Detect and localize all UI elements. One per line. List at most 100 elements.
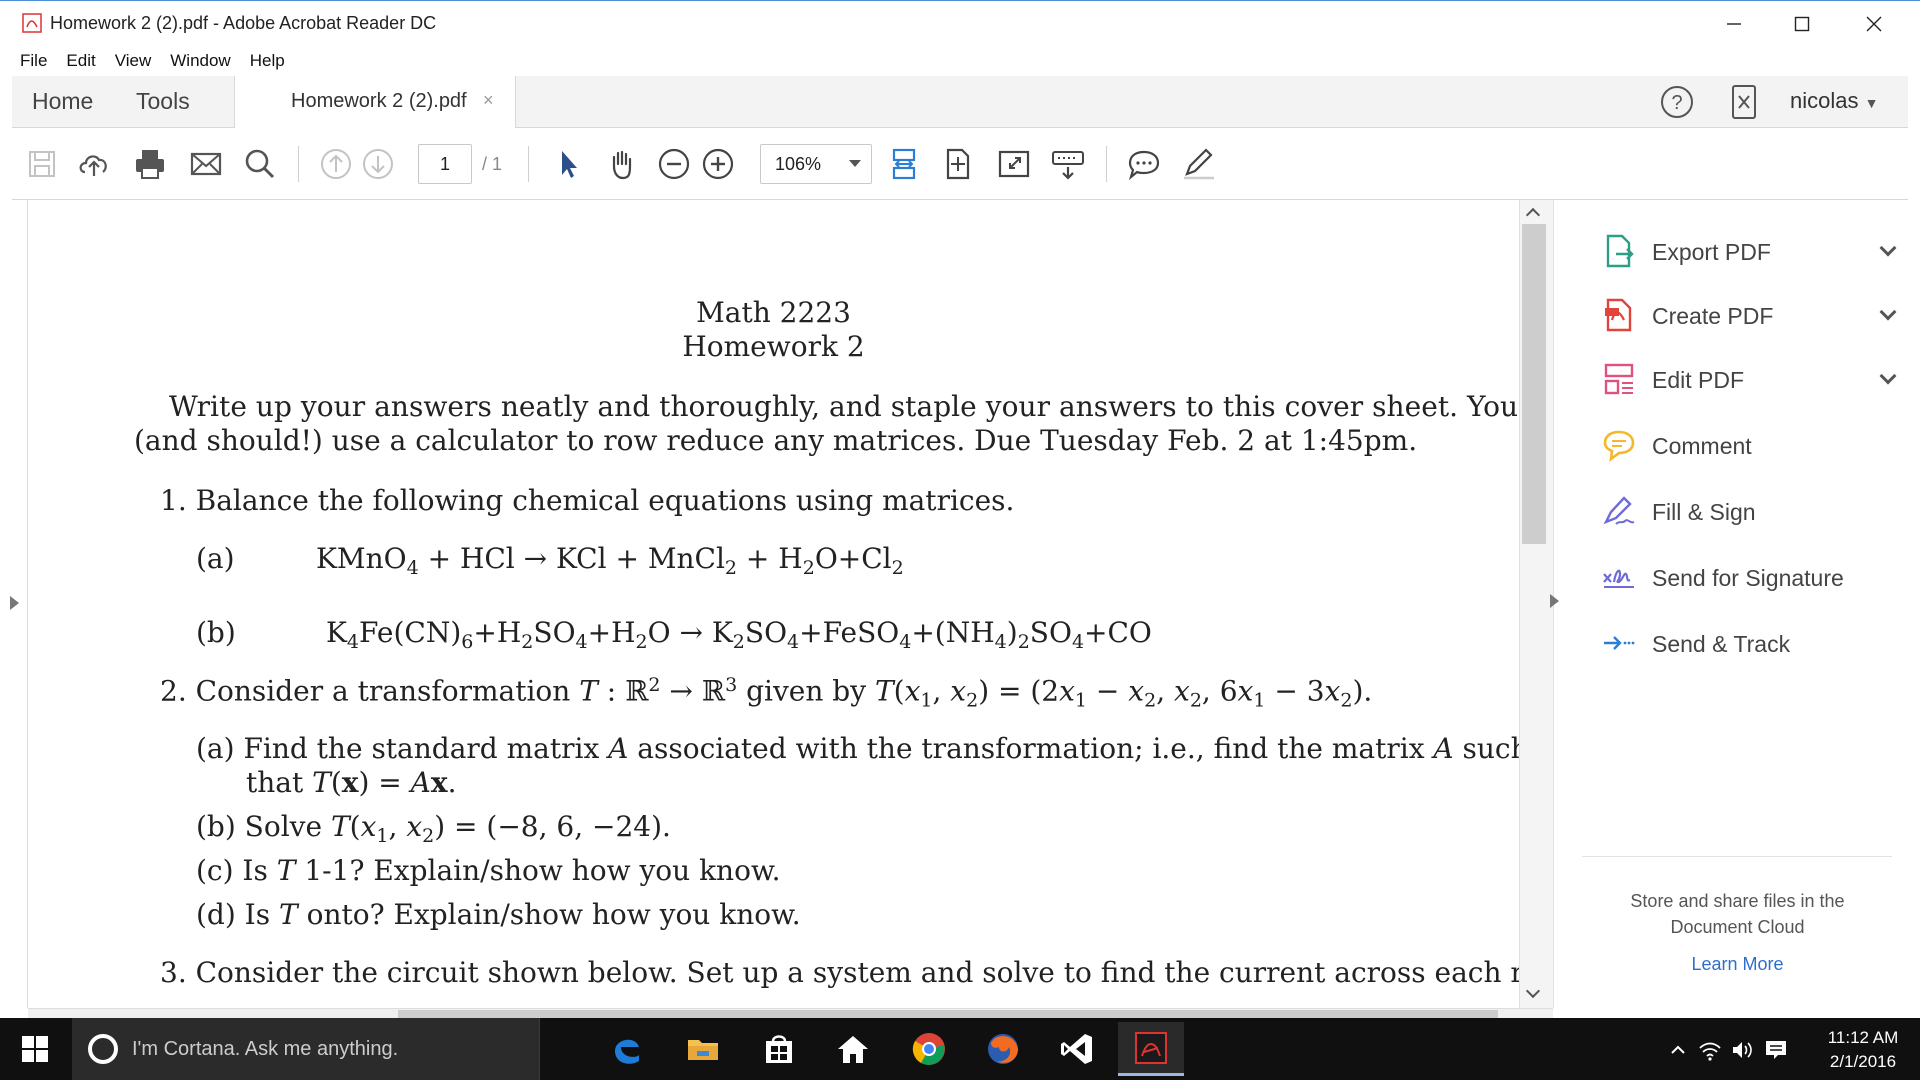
zoom-in-button[interactable] [698, 144, 738, 184]
tool-edit-pdf[interactable]: Edit PDF [1602, 358, 1902, 398]
tool-send-for-signature[interactable]: Send for Signature [1602, 556, 1902, 596]
title-bar: Homework 2 (2).pdf - Adobe Acrobat Reade… [0, 0, 1920, 46]
window-title: Homework 2 (2).pdf - Adobe Acrobat Reade… [50, 13, 437, 33]
email-button[interactable] [186, 144, 226, 184]
wifi-icon[interactable] [1698, 1038, 1722, 1062]
tab-document[interactable]: Homework 2 (2).pdf × [234, 76, 516, 129]
doc-title: Homework 2 [682, 330, 865, 363]
tool-fill-sign[interactable]: Fill & Sign [1602, 490, 1902, 530]
taskbar-edge[interactable] [594, 1022, 660, 1076]
next-page-button[interactable] [358, 144, 398, 184]
arrow-up-circle-icon [321, 149, 351, 179]
cortana-search[interactable]: I'm Cortana. Ask me anything. [72, 1018, 540, 1080]
cortana-placeholder: I'm Cortana. Ask me anything. [132, 1038, 399, 1060]
chevron-down-icon[interactable] [1879, 367, 1897, 385]
upload-cloud-button[interactable] [74, 144, 114, 184]
menu-bar: File Edit View Window Help [0, 46, 1920, 76]
volume-icon[interactable] [1730, 1038, 1754, 1062]
scroll-up-icon[interactable] [1525, 207, 1541, 223]
save-button[interactable] [22, 144, 62, 184]
chevron-down-icon[interactable] [1879, 239, 1897, 257]
start-button[interactable] [0, 1018, 70, 1080]
zoom-out-button[interactable] [654, 144, 694, 184]
collapse-right-pane-icon[interactable] [1550, 594, 1559, 608]
hand-tool-button[interactable] [602, 144, 642, 184]
user-menu[interactable]: nicolas ▼ [1790, 88, 1878, 114]
doc-q2d-suffix: onto? Explain/show how you know. [306, 898, 801, 931]
highlight-button[interactable] [1178, 144, 1218, 184]
print-button[interactable] [130, 144, 170, 184]
clock[interactable]: 11:12 AM 2/1/2016 [1818, 1026, 1908, 1074]
doc-q2d-prefix: (d) Is [196, 898, 271, 931]
tool-comment[interactable]: Comment [1602, 424, 1902, 464]
previous-page-button[interactable] [316, 144, 356, 184]
menu-view[interactable]: View [115, 51, 152, 71]
close-window-button[interactable] [1846, 9, 1902, 39]
scroll-thumb[interactable] [1522, 224, 1546, 544]
menu-help[interactable]: Help [250, 51, 285, 71]
tool-send-track-label: Send & Track [1652, 631, 1791, 657]
clock-time: 11:12 AM [1827, 1028, 1899, 1047]
doc-q2-prefix: 2. Consider a transformation [160, 674, 571, 708]
tab-document-label: Homework 2 (2).pdf [291, 90, 467, 112]
menu-file[interactable]: File [20, 51, 47, 71]
taskbar-chrome[interactable] [896, 1022, 962, 1076]
horizontal-scroll-thumb[interactable] [398, 1010, 1498, 1018]
tool-edit-pdf-label: Edit PDF [1652, 367, 1745, 393]
document-viewport[interactable]: Math 2223 Homework 2 Write up your answe… [28, 200, 1519, 1008]
zoom-select[interactable]: 106% [760, 144, 872, 184]
doc-q1a-equation: KMnO4 + HCl → KCl + MnCl2 + H2O+Cl2 [316, 542, 904, 580]
cloud-upload-icon [79, 155, 107, 176]
fit-page-button[interactable] [884, 144, 924, 184]
scroll-down-icon[interactable] [1525, 983, 1541, 999]
doc-intro-line2: (and should!) use a calculator to row re… [134, 424, 1418, 457]
tool-export-pdf[interactable]: Export PDF [1602, 230, 1902, 270]
taskbar: I'm Cortana. Ask me anything. 11:12 AM 2… [0, 1018, 1920, 1080]
chevron-down-icon[interactable] [1879, 303, 1897, 321]
tab-bar: Home Tools Homework 2 (2).pdf × ? nicola… [12, 76, 1908, 129]
arrow-down-circle-icon [363, 149, 393, 179]
page-number-input[interactable]: 1 [418, 144, 472, 184]
cursor-arrow-icon [562, 151, 577, 178]
doc-q2b: (b) Solve T(x1, x2) = (−8, 6, −24). [196, 810, 671, 848]
tab-tools[interactable]: Tools [136, 88, 190, 115]
zoom-out-icon [658, 148, 690, 180]
doc-q1a-label: (a) [196, 542, 235, 575]
learn-more-link[interactable]: Learn More [1554, 954, 1920, 975]
mobile-link-icon[interactable] [1730, 84, 1758, 120]
select-tool-button[interactable] [548, 144, 588, 184]
svg-text:?: ? [1671, 92, 1682, 114]
left-pane-toggle[interactable] [0, 200, 28, 1008]
save-icon [29, 151, 55, 177]
vertical-scrollbar[interactable] [1519, 200, 1553, 1008]
full-screen-button[interactable] [994, 144, 1034, 184]
menu-window[interactable]: Window [170, 51, 230, 71]
help-icon[interactable]: ? [1660, 85, 1694, 119]
send-track-icon [1604, 636, 1635, 650]
chevron-up-icon[interactable] [1668, 1040, 1688, 1060]
comment-button[interactable] [1124, 144, 1164, 184]
minimize-button[interactable] [1706, 9, 1762, 39]
taskbar-firefox[interactable] [970, 1022, 1036, 1076]
doc-q2b-prefix: (b) Solve [196, 810, 323, 843]
action-center-icon[interactable] [1764, 1038, 1788, 1062]
rotate-button[interactable] [938, 144, 978, 184]
doc-q2a-prefix: (a) Find the standard matrix [196, 732, 600, 765]
maximize-button[interactable] [1774, 9, 1830, 39]
taskbar-visual-studio[interactable] [1044, 1022, 1110, 1076]
read-mode-button[interactable] [1048, 144, 1088, 184]
horizontal-scrollbar[interactable] [28, 1008, 1553, 1018]
search-icon [245, 149, 275, 179]
tool-send-track[interactable]: Send & Track [1602, 622, 1902, 662]
tab-close-button[interactable]: × [483, 90, 494, 111]
taskbar-store[interactable] [746, 1022, 812, 1076]
taskbar-home[interactable] [820, 1022, 886, 1076]
tab-home[interactable]: Home [32, 88, 93, 115]
expand-icon [998, 150, 1030, 178]
taskbar-acrobat[interactable] [1118, 1022, 1184, 1076]
find-button[interactable] [240, 144, 280, 184]
taskbar-file-explorer[interactable] [670, 1022, 736, 1076]
tool-create-pdf[interactable]: Create PDF [1602, 294, 1902, 334]
zoom-value: 106% [775, 153, 822, 174]
menu-edit[interactable]: Edit [66, 51, 95, 71]
